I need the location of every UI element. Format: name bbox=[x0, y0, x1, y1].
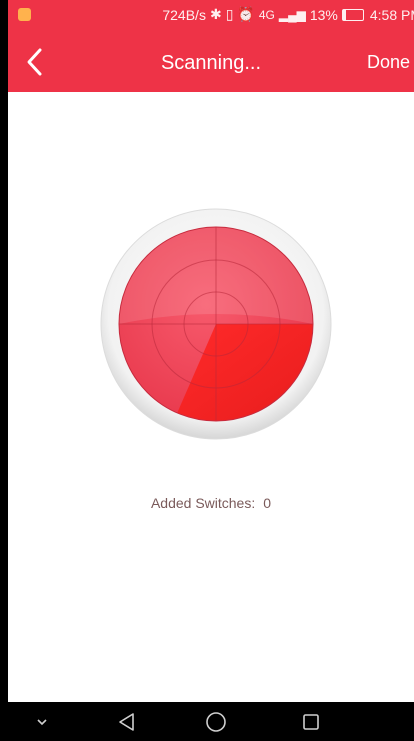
nav-home-button[interactable] bbox=[201, 702, 231, 741]
home-circle-icon bbox=[206, 711, 226, 732]
chevron-down-icon bbox=[37, 718, 47, 725]
added-switches: Added Switches: 0 bbox=[8, 495, 414, 511]
network-type: 4G bbox=[258, 7, 275, 22]
battery-percent: 13% bbox=[309, 6, 338, 23]
added-switches-label: Added Switches: bbox=[150, 495, 256, 511]
status-bar: 724B/s ✱ ▯ ⏰ 4G ▂▄▆ 13% 4:58 PM bbox=[8, 0, 414, 30]
page-title: Scanning... bbox=[160, 52, 262, 74]
battery-icon bbox=[341, 8, 364, 21]
back-triangle-icon bbox=[119, 712, 134, 731]
done-button[interactable]: Done bbox=[367, 52, 410, 73]
network-speed: 724B/s bbox=[162, 6, 206, 23]
nav-back-button[interactable] bbox=[112, 702, 142, 741]
app-header: Scanning... Done bbox=[8, 30, 414, 92]
recents-square-icon bbox=[303, 713, 319, 730]
nav-recents-button[interactable] bbox=[296, 702, 326, 741]
clock-time: 4:58 PM bbox=[369, 6, 414, 23]
bluetooth-icon: ✱ bbox=[209, 6, 222, 22]
radar-scanner bbox=[100, 208, 332, 445]
vibrate-icon: ▯ bbox=[225, 6, 234, 22]
alarm-icon: ⏰ bbox=[237, 6, 255, 22]
notification-icon bbox=[18, 8, 31, 21]
radar-icon bbox=[100, 208, 332, 440]
signal-icon: ▂▄▆ bbox=[278, 7, 306, 22]
system-nav-bar bbox=[8, 702, 414, 741]
status-indicators: 724B/s ✱ ▯ ⏰ 4G ▂▄▆ 13% 4:58 PM bbox=[162, 6, 414, 23]
nav-hide-button[interactable] bbox=[30, 702, 54, 741]
screen-edge bbox=[0, 0, 8, 741]
added-switches-count: 0 bbox=[263, 495, 272, 511]
